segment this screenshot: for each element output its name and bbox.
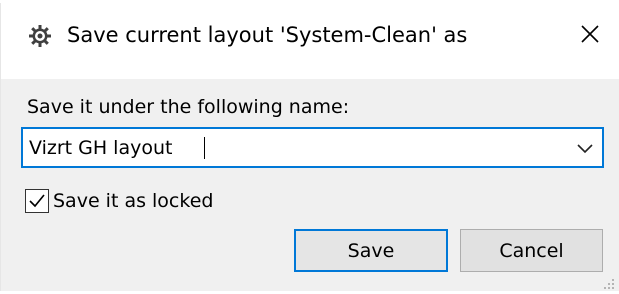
name-prompt-label: Save it under the following name: [27, 96, 350, 118]
save-layout-dialog: Save current layout 'System-Clean' as Sa… [0, 3, 619, 291]
save-locked-label[interactable]: Save it as locked [53, 188, 213, 214]
layout-name-input[interactable] [27, 129, 569, 166]
close-icon [580, 24, 600, 48]
close-button[interactable] [561, 13, 619, 59]
chevron-down-icon[interactable] [576, 140, 594, 154]
text-caret [204, 137, 205, 159]
dialog-title: Save current layout 'System-Clean' as [67, 23, 468, 47]
title-bar[interactable]: Save current layout 'System-Clean' as [1, 3, 619, 79]
save-button[interactable]: Save [294, 229, 448, 272]
layout-name-combobox[interactable] [21, 127, 604, 168]
save-locked-checkbox[interactable] [25, 189, 49, 213]
cancel-button[interactable]: Cancel [460, 229, 603, 272]
gear-icon [28, 24, 52, 48]
resize-grip-icon[interactable] [603, 275, 615, 289]
